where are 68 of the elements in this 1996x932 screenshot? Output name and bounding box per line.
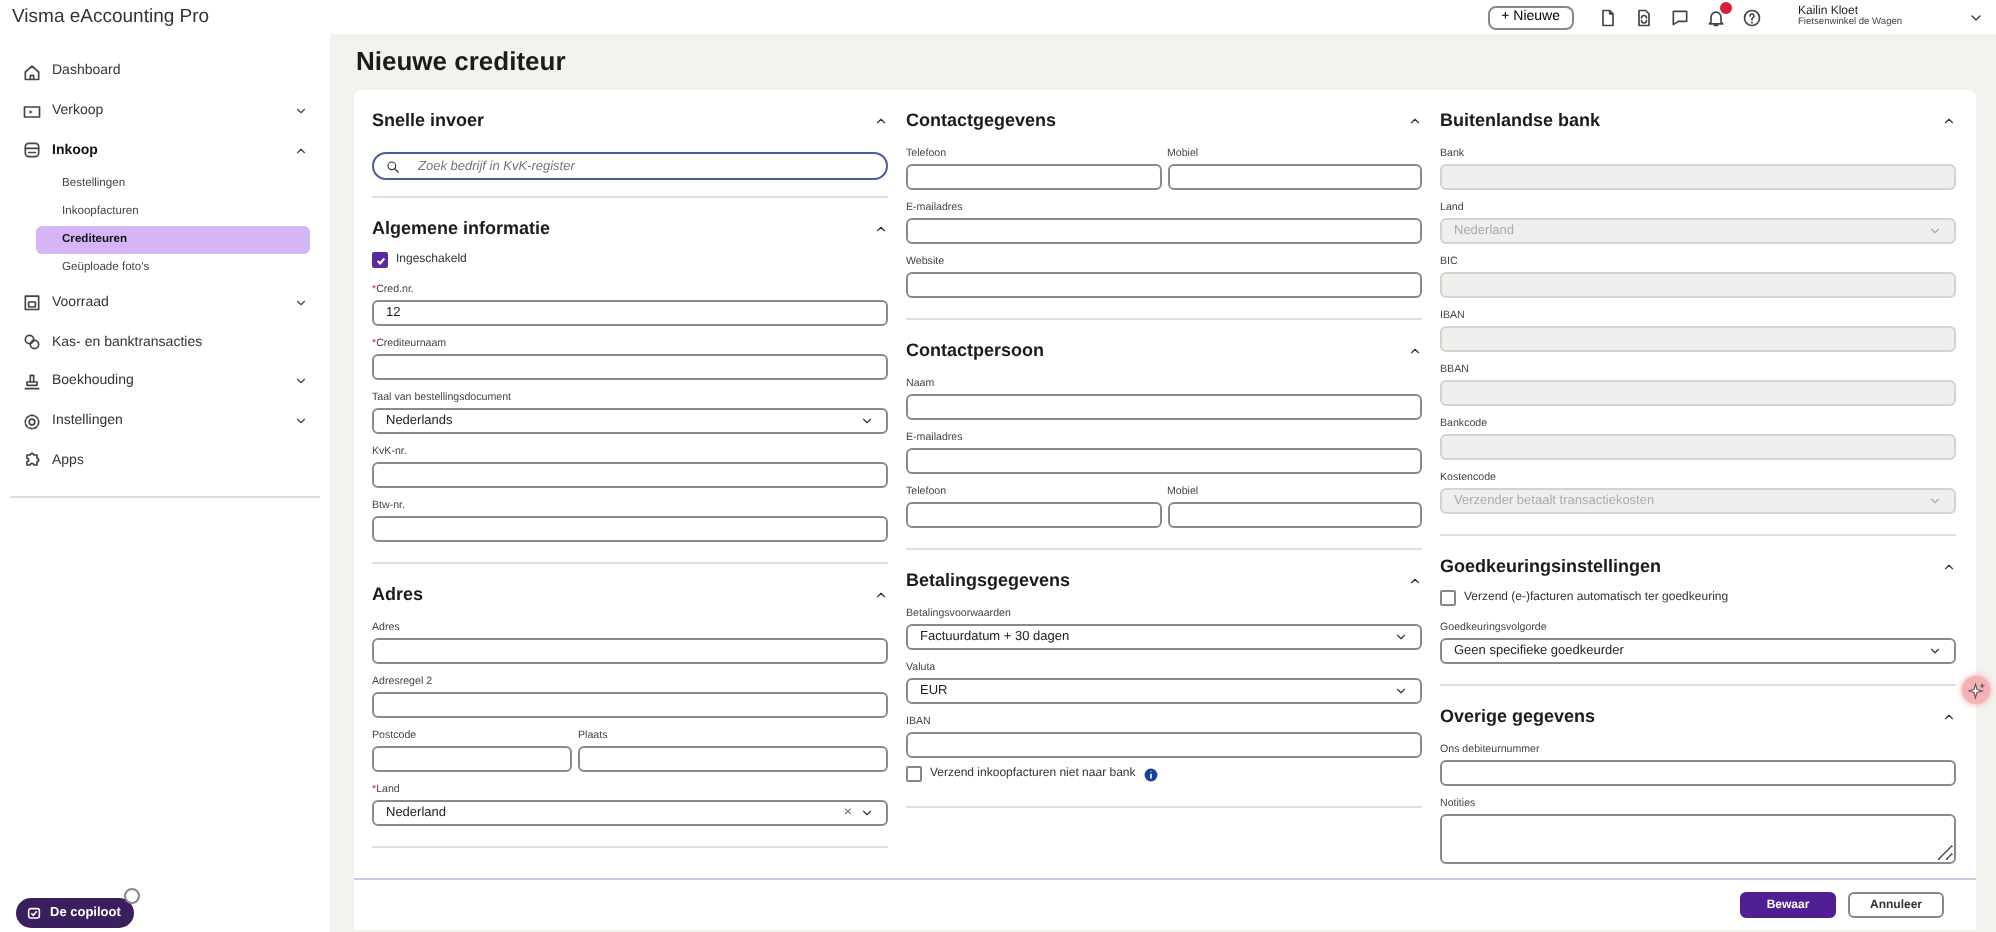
input-field[interactable] — [906, 272, 1422, 298]
input-field[interactable] — [906, 164, 1161, 190]
status-dot — [124, 888, 141, 904]
section-title: Adres — [372, 584, 424, 604]
checkbox[interactable] — [372, 252, 388, 268]
input-field[interactable] — [906, 448, 1422, 474]
chevron-down-icon — [294, 374, 308, 389]
section-title: Betalingsgegevens — [906, 570, 1071, 590]
page-title: Nieuwe crediteur — [356, 46, 568, 76]
input-field[interactable] — [906, 502, 1161, 528]
input-field[interactable] — [372, 746, 572, 772]
section-title: Buitenlandse bank — [1440, 110, 1601, 130]
document-sync-icon[interactable] — [1634, 7, 1654, 27]
input-field[interactable] — [906, 394, 1422, 420]
chevron-down-icon — [294, 104, 308, 119]
text-area[interactable] — [1440, 814, 1956, 864]
bell-icon[interactable] — [1706, 7, 1726, 27]
input-field[interactable] — [372, 516, 888, 542]
chevron-down-icon — [1928, 224, 1942, 238]
chevron-down-icon — [294, 414, 308, 429]
section-title: Contactgegevens — [906, 110, 1057, 130]
section-title: Snelle invoer — [372, 110, 485, 130]
input-field[interactable] — [1167, 502, 1422, 528]
chevron-up-icon[interactable] — [1942, 113, 1956, 127]
section-title: Algemene informatie — [372, 218, 551, 238]
chevron-down-icon — [1394, 684, 1408, 698]
chevron-up-icon — [294, 143, 308, 158]
section-title: Overige gegevens — [1440, 706, 1596, 726]
input-field[interactable] — [906, 732, 1422, 758]
input-field[interactable] — [372, 692, 888, 718]
input-field[interactable] — [372, 462, 888, 488]
chevron-up-icon[interactable] — [1408, 343, 1422, 357]
app-title: Visma eAccounting Pro — [12, 6, 212, 28]
input-field[interactable] — [372, 638, 888, 664]
chevron-up-icon[interactable] — [874, 113, 888, 127]
chevron-up-icon[interactable] — [1408, 573, 1422, 587]
chevron-up-icon[interactable] — [874, 587, 888, 601]
input-field[interactable] — [578, 746, 888, 772]
chevron-down-icon — [1394, 630, 1408, 644]
section-title: Contactpersoon — [906, 340, 1045, 360]
chevron-down-icon — [1928, 644, 1942, 658]
input-field[interactable] — [372, 354, 888, 380]
search-icon — [386, 159, 400, 173]
cabinet-icon — [22, 292, 42, 313]
checkbox[interactable] — [906, 766, 922, 782]
input-field[interactable] — [906, 218, 1422, 244]
puzzle-icon — [22, 450, 42, 471]
chevron-up-icon[interactable] — [1408, 113, 1422, 127]
chevron-up-icon[interactable] — [874, 221, 888, 235]
chevron-down-icon — [860, 414, 874, 428]
chevron-down-icon — [294, 295, 308, 310]
input-field[interactable] — [1440, 760, 1956, 786]
document-icon[interactable] — [1598, 7, 1618, 27]
house-icon — [22, 61, 42, 82]
stamp-icon — [22, 371, 42, 392]
section-title: Goedkeuringsinstellingen — [1440, 556, 1662, 576]
sparkle-button[interactable] — [1962, 676, 1990, 704]
checkbox[interactable] — [1440, 590, 1456, 606]
chevron-down-icon — [1928, 494, 1942, 508]
sparkle-icon — [1967, 681, 1985, 699]
notification-badge — [1720, 1, 1732, 13]
coins-icon — [22, 332, 42, 353]
input-field[interactable] — [1167, 164, 1422, 190]
chevron-up-icon[interactable] — [1942, 559, 1956, 573]
box-icon — [22, 140, 42, 161]
chevron-up-icon[interactable] — [1942, 709, 1956, 723]
help-icon[interactable] — [1742, 7, 1762, 27]
chevron-down-icon — [860, 806, 874, 820]
